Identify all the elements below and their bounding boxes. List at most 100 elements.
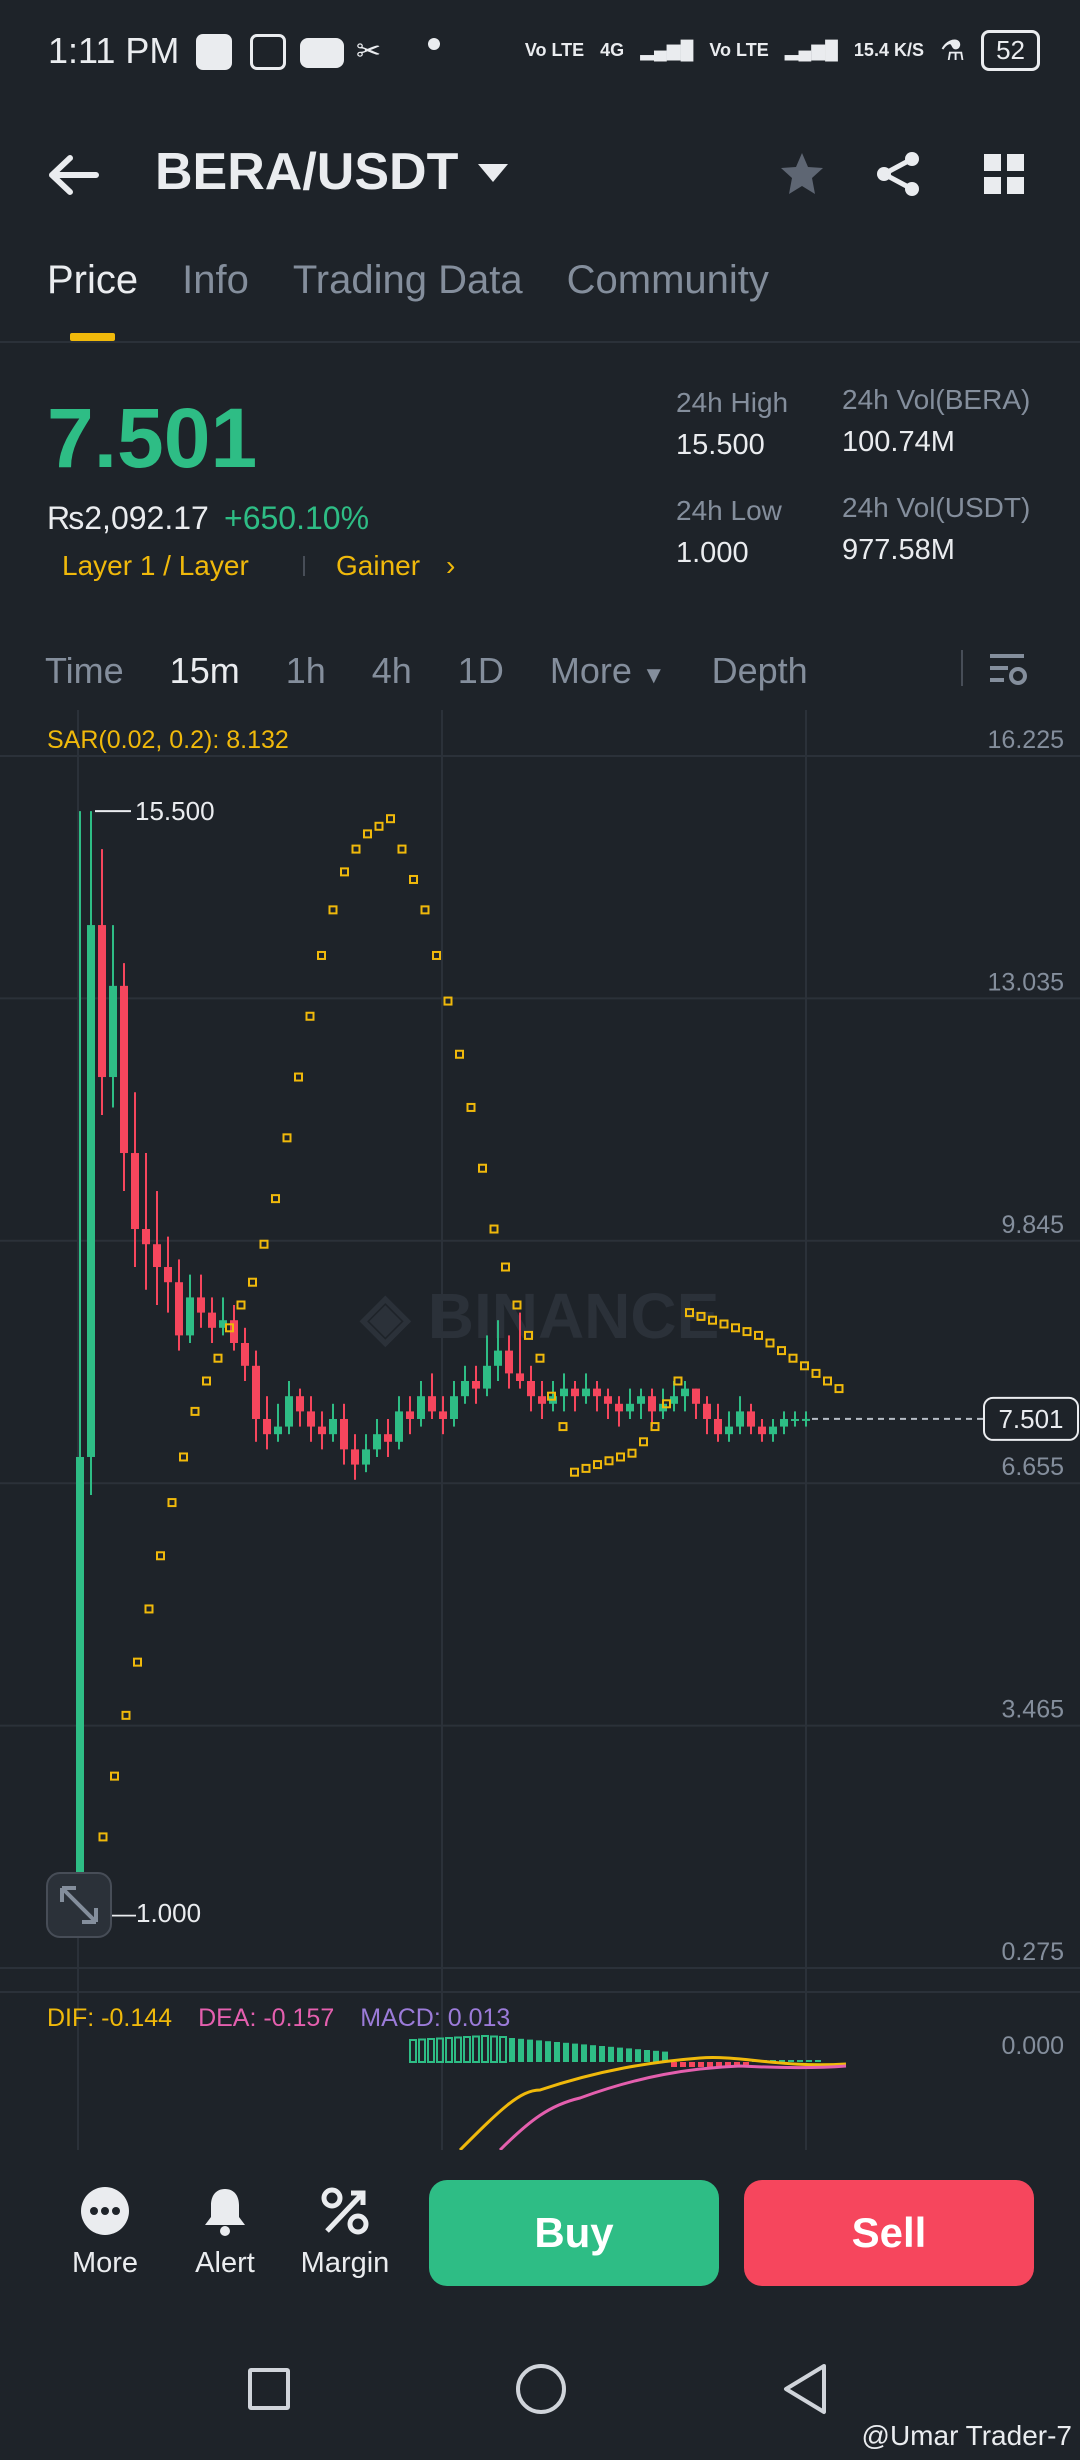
home-nav-icon[interactable]	[516, 2364, 566, 2414]
interval-bar: Time 15m 1h 4h 1D More ▼ Depth	[45, 650, 808, 692]
main-tabs: Price Info Trading Data Community	[47, 258, 769, 303]
share-icon[interactable]	[874, 150, 922, 203]
y-tick-label: 6.655	[1001, 1453, 1064, 1481]
sar-point	[673, 1376, 683, 1386]
y-tick-label: 3.465	[1001, 1696, 1064, 1724]
tab-price[interactable]: Price	[47, 258, 138, 303]
candle-up	[285, 1396, 293, 1427]
candle-down	[208, 1312, 216, 1328]
interval-depth[interactable]: Depth	[712, 650, 808, 692]
grid-icon[interactable]	[982, 152, 1026, 201]
macd-histogram-bar	[445, 2037, 453, 2063]
sar-point	[328, 905, 338, 915]
macd-histogram-bar	[481, 2035, 489, 2063]
volte-label: Vo LTE	[524, 40, 585, 60]
sar-point	[535, 1353, 545, 1363]
dropdown-caret-icon[interactable]	[476, 162, 510, 189]
candle-up	[274, 1426, 282, 1435]
candle-up	[494, 1350, 502, 1366]
alert-action[interactable]: Alert	[170, 2185, 280, 2280]
sar-point	[351, 844, 361, 854]
sar-point	[742, 1327, 752, 1337]
high-marker-label: 15.500	[135, 796, 215, 826]
macd-labels: DIF: -0.144 DEA: -0.157 MACD: 0.013	[47, 2004, 510, 2033]
gainer-tag[interactable]: Gainer	[336, 550, 420, 582]
dot-icon	[428, 38, 440, 50]
price-chart[interactable]: 16.225 13.035 9.845 6.655 3.465 0.275 ◈ BINANC…	[0, 710, 1080, 2150]
macd-histogram-bar	[581, 2044, 587, 2062]
macd-histogram-bar	[698, 2062, 704, 2067]
back-nav-icon[interactable]	[782, 2362, 828, 2421]
interval-more-label: More	[549, 650, 632, 691]
macd-histogram-bar	[572, 2043, 578, 2062]
candle-up	[670, 1396, 678, 1404]
macd-histogram-bar	[518, 2038, 524, 2062]
sar-indicator-label: SAR(0.02, 0.2): 8.132	[47, 726, 289, 754]
low-label: 24h Low	[676, 495, 782, 526]
sar-point	[765, 1338, 775, 1348]
pair-title[interactable]: BERA/USDT	[155, 142, 458, 202]
interval-1h[interactable]: 1h	[286, 650, 326, 692]
candle-up	[637, 1396, 645, 1404]
macd-zero-tick: 0.000	[1001, 2032, 1064, 2060]
current-price-tag: 7.501	[998, 1404, 1063, 1434]
macd-histogram-bar	[797, 2060, 803, 2062]
tab-info[interactable]: Info	[182, 258, 249, 303]
low-marker-label: —1.000	[110, 1898, 201, 1928]
candle-down	[296, 1396, 304, 1412]
candle-down	[593, 1388, 601, 1397]
sar-point	[386, 814, 395, 824]
interval-more[interactable]: More ▼	[550, 650, 666, 692]
interval-4h[interactable]: 4h	[372, 650, 412, 692]
macd-histogram-bar	[815, 2060, 821, 2062]
macd-histogram-bar	[788, 2060, 794, 2062]
candle-down	[747, 1411, 755, 1427]
sar-point	[305, 1011, 315, 1021]
macd-histogram-bar	[680, 2062, 686, 2067]
status-right: Vo LTE 4G ▂▄▆█ Vo LTE ▂▄▆█ 15.4 K/S ⚗ 52	[525, 30, 1040, 71]
candle-up	[791, 1418, 799, 1421]
interval-time[interactable]: Time	[45, 650, 124, 692]
macd-histogram-bar	[599, 2046, 605, 2062]
macd-histogram-bar	[626, 2048, 632, 2062]
candle-up	[769, 1426, 777, 1435]
sell-button[interactable]: Sell	[744, 2180, 1034, 2286]
tab-trading-data[interactable]: Trading Data	[293, 258, 523, 303]
interval-15m[interactable]: 15m	[170, 650, 240, 692]
volte-label-2: Vo LTE	[709, 40, 769, 60]
back-arrow-icon[interactable]	[48, 150, 104, 200]
chevron-right-icon[interactable]: ›	[446, 550, 455, 582]
candle-up	[582, 1388, 590, 1397]
status-bar: 1:11 PM ✂ Vo LTE 4G ▂▄▆█ Vo LTE ▂▄▆█ 15.…	[0, 0, 1080, 110]
tab-community[interactable]: Community	[567, 258, 769, 303]
margin-action[interactable]: Margin	[290, 2185, 400, 2280]
star-icon[interactable]	[778, 150, 826, 203]
category-tag[interactable]: Layer 1 / Layer	[62, 550, 249, 582]
macd-histogram-bar	[806, 2060, 812, 2062]
candle-down	[153, 1244, 161, 1268]
candle-up	[395, 1411, 403, 1442]
candle-up	[725, 1426, 733, 1435]
candle-up	[109, 985, 117, 1078]
candle-down	[428, 1396, 436, 1412]
sar-point	[294, 1072, 303, 1082]
sar-point	[144, 1604, 154, 1614]
candle-down	[252, 1365, 260, 1419]
interval-1d[interactable]: 1D	[458, 650, 504, 692]
sar-point	[363, 829, 372, 839]
fullscreen-icon[interactable]	[46, 1872, 112, 1938]
macd-histogram-bar	[635, 2049, 641, 2062]
more-action[interactable]: More	[50, 2185, 160, 2280]
sar-point	[823, 1376, 832, 1386]
sar-point	[179, 1452, 188, 1462]
recents-nav-icon[interactable]	[248, 2368, 290, 2410]
last-price: 7.501	[47, 391, 258, 485]
more-label: More	[71, 2247, 139, 2279]
buy-button[interactable]: Buy	[429, 2180, 719, 2286]
macd-histogram-bar	[608, 2046, 614, 2062]
sar-point	[455, 1049, 464, 1059]
chart-settings-icon[interactable]	[988, 652, 1028, 693]
youtube-icon	[300, 38, 344, 68]
candle-down	[384, 1434, 392, 1442]
candle-up	[483, 1365, 491, 1389]
